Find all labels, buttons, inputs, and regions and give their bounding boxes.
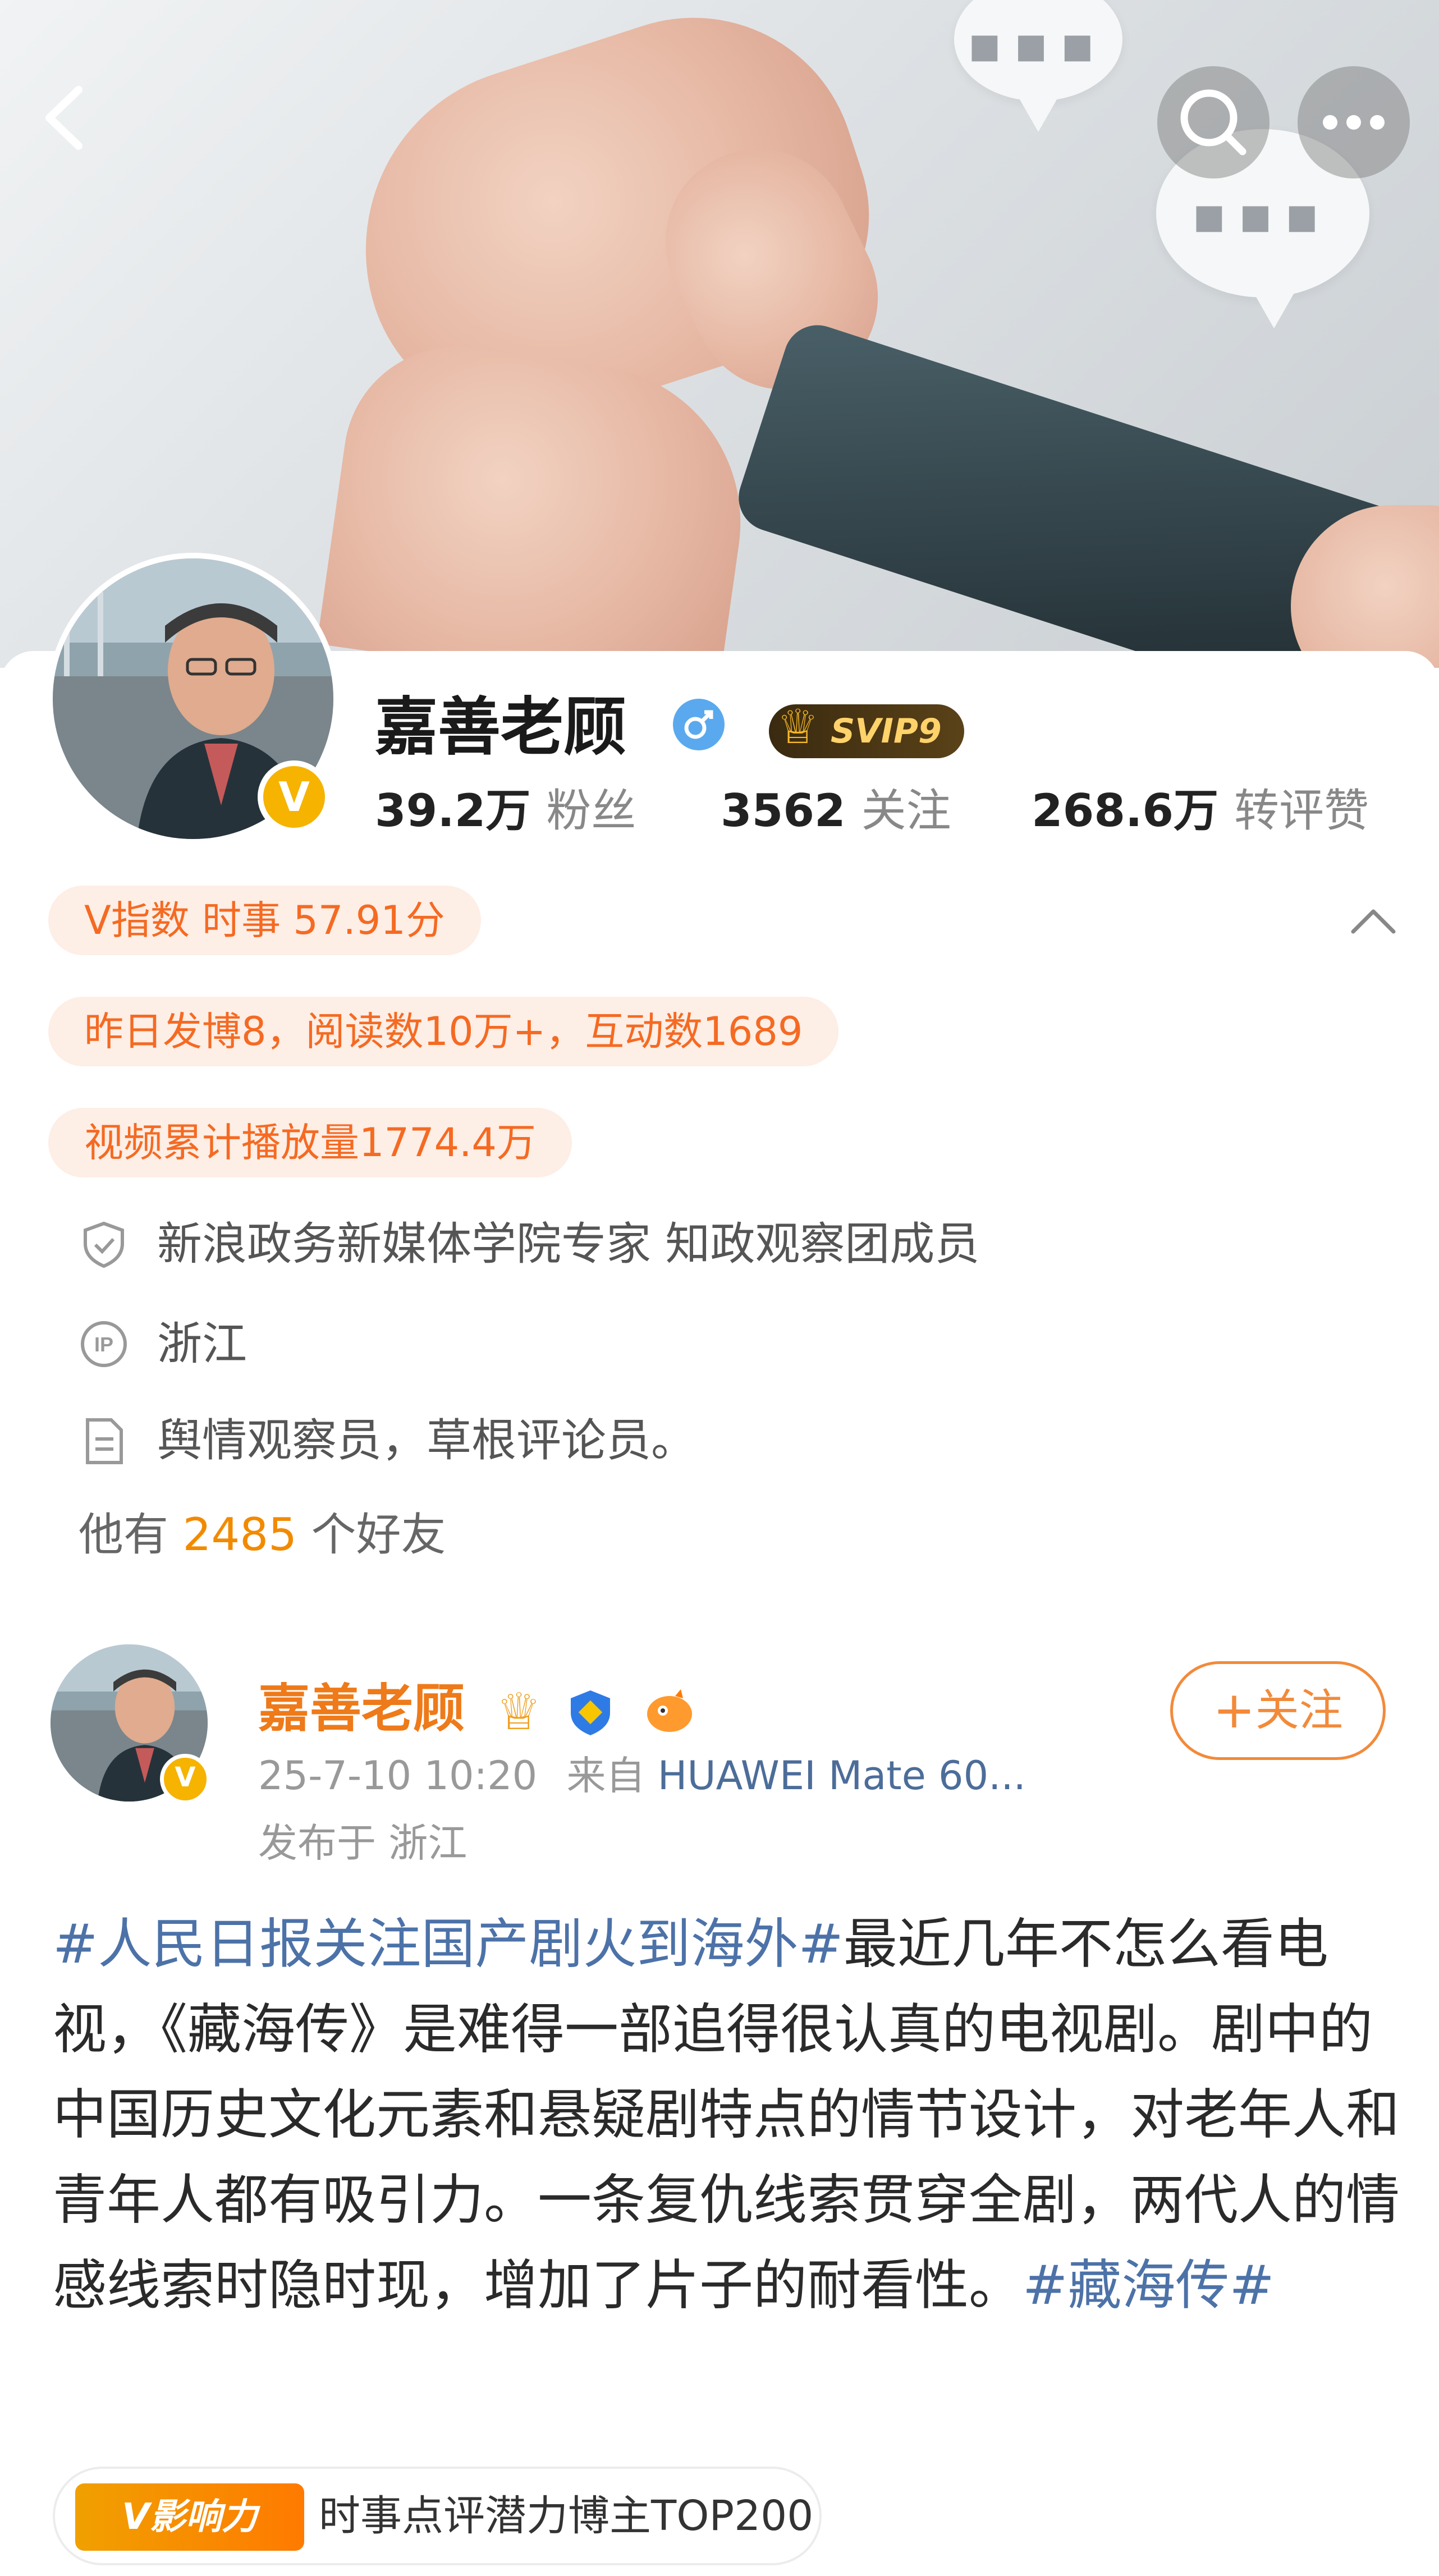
stat-following[interactable]: 3562 关注	[721, 774, 951, 840]
post-time: 25-7-10 10:20	[258, 1753, 538, 1799]
ip-icon: IP	[81, 1321, 127, 1367]
v-index-pill[interactable]: V指数 时事 57.91分	[48, 886, 481, 955]
stat-label: 转评赞	[1234, 785, 1369, 837]
more-button[interactable]	[1298, 66, 1410, 178]
svip-badge[interactable]: ♕ SVIP9	[769, 700, 964, 759]
stat-likes[interactable]: 268.6万 转评赞	[1032, 774, 1369, 840]
post-from-label: 来自	[566, 1753, 645, 1799]
hashtag-link[interactable]: #藏海传#	[1023, 2254, 1275, 2317]
follow-label: 关注	[1255, 1685, 1343, 1736]
yesterday-stats-pill[interactable]: 昨日发博8，阅读数10万+，互动数1689	[48, 997, 839, 1066]
crown-icon: ♕	[496, 1683, 542, 1742]
friends-suffix: 个好友	[311, 1509, 446, 1561]
influence-logo: V影响力	[75, 2483, 304, 2551]
friends-count: 2485	[182, 1509, 297, 1561]
post-author-row: 嘉善老顾 ♕	[258, 1667, 698, 1741]
profile-name-row: 嘉善老顾 ♕ SVIP9	[375, 676, 964, 768]
verified-shield-icon	[570, 1690, 610, 1735]
more-horizontal-icon	[1323, 115, 1385, 130]
info-text: 新浪政务新媒体学院专家 知政观察团成员	[157, 1218, 980, 1270]
chevron-left-icon	[45, 86, 83, 150]
influence-badge[interactable]: V影响力 时事点评潜力博主TOP200	[53, 2467, 822, 2565]
chevron-up-icon[interactable]	[1350, 904, 1397, 937]
friends-prefix: 他有	[79, 1509, 168, 1561]
document-icon	[86, 1418, 123, 1464]
follow-button[interactable]: +关注	[1170, 1661, 1386, 1760]
post-source-device[interactable]: HUAWEI Mate 60...	[658, 1753, 1026, 1799]
profile-avatar[interactable]: V	[47, 553, 339, 845]
search-icon	[1180, 89, 1246, 155]
crown-icon: ♕	[777, 699, 819, 755]
stat-label: 粉丝	[546, 785, 636, 837]
svip-label: SVIP9	[831, 712, 942, 751]
post-body-text[interactable]: #人民日报关注国产剧火到海外#最近几年不怎么看电视，《藏海传》是难得一部追得很认…	[53, 1901, 1400, 2328]
male-icon	[673, 699, 725, 751]
back-button[interactable]	[34, 84, 101, 152]
info-text: 舆情观察员，草根评论员。	[157, 1414, 696, 1466]
influence-label: 时事点评潜力博主TOP200	[319, 2492, 814, 2540]
hashtag-link[interactable]: #人民日报关注国产剧火到海外#	[53, 1913, 844, 1975]
fish-icon	[647, 1689, 692, 1732]
svg-text:IP: IP	[94, 1333, 113, 1356]
stat-label: 关注	[861, 785, 951, 837]
stat-value: 268.6万	[1032, 785, 1219, 837]
post-author-name[interactable]: 嘉善老顾	[258, 1679, 465, 1739]
verified-badge: V	[258, 760, 331, 833]
search-button[interactable]	[1157, 66, 1270, 178]
profile-name: 嘉善老顾	[375, 691, 626, 764]
video-plays-pill[interactable]: 视频累计播放量1774.4万	[48, 1108, 572, 1177]
chat-bubble-graphic: ■■■	[954, 0, 1122, 132]
stat-value: 39.2万	[375, 785, 531, 837]
post-meta: 25-7-10 10:20 来自 HUAWEI Mate 60...	[258, 1744, 1026, 1801]
stat-value: 3562	[721, 785, 846, 837]
arm-graphic	[317, 332, 761, 668]
plus-icon: +	[1213, 1681, 1255, 1740]
post-location: 发布于 浙江	[258, 1820, 468, 1866]
friends-count-line[interactable]: 他有 2485 个好友	[79, 1510, 446, 1560]
info-text: 浙江	[157, 1318, 247, 1370]
gender-badge	[671, 695, 727, 768]
stat-fans[interactable]: 39.2万 粉丝	[375, 774, 636, 840]
shield-icon	[84, 1221, 124, 1268]
verified-badge: V	[160, 1754, 210, 1804]
post-author-avatar[interactable]: V	[51, 1644, 213, 1807]
